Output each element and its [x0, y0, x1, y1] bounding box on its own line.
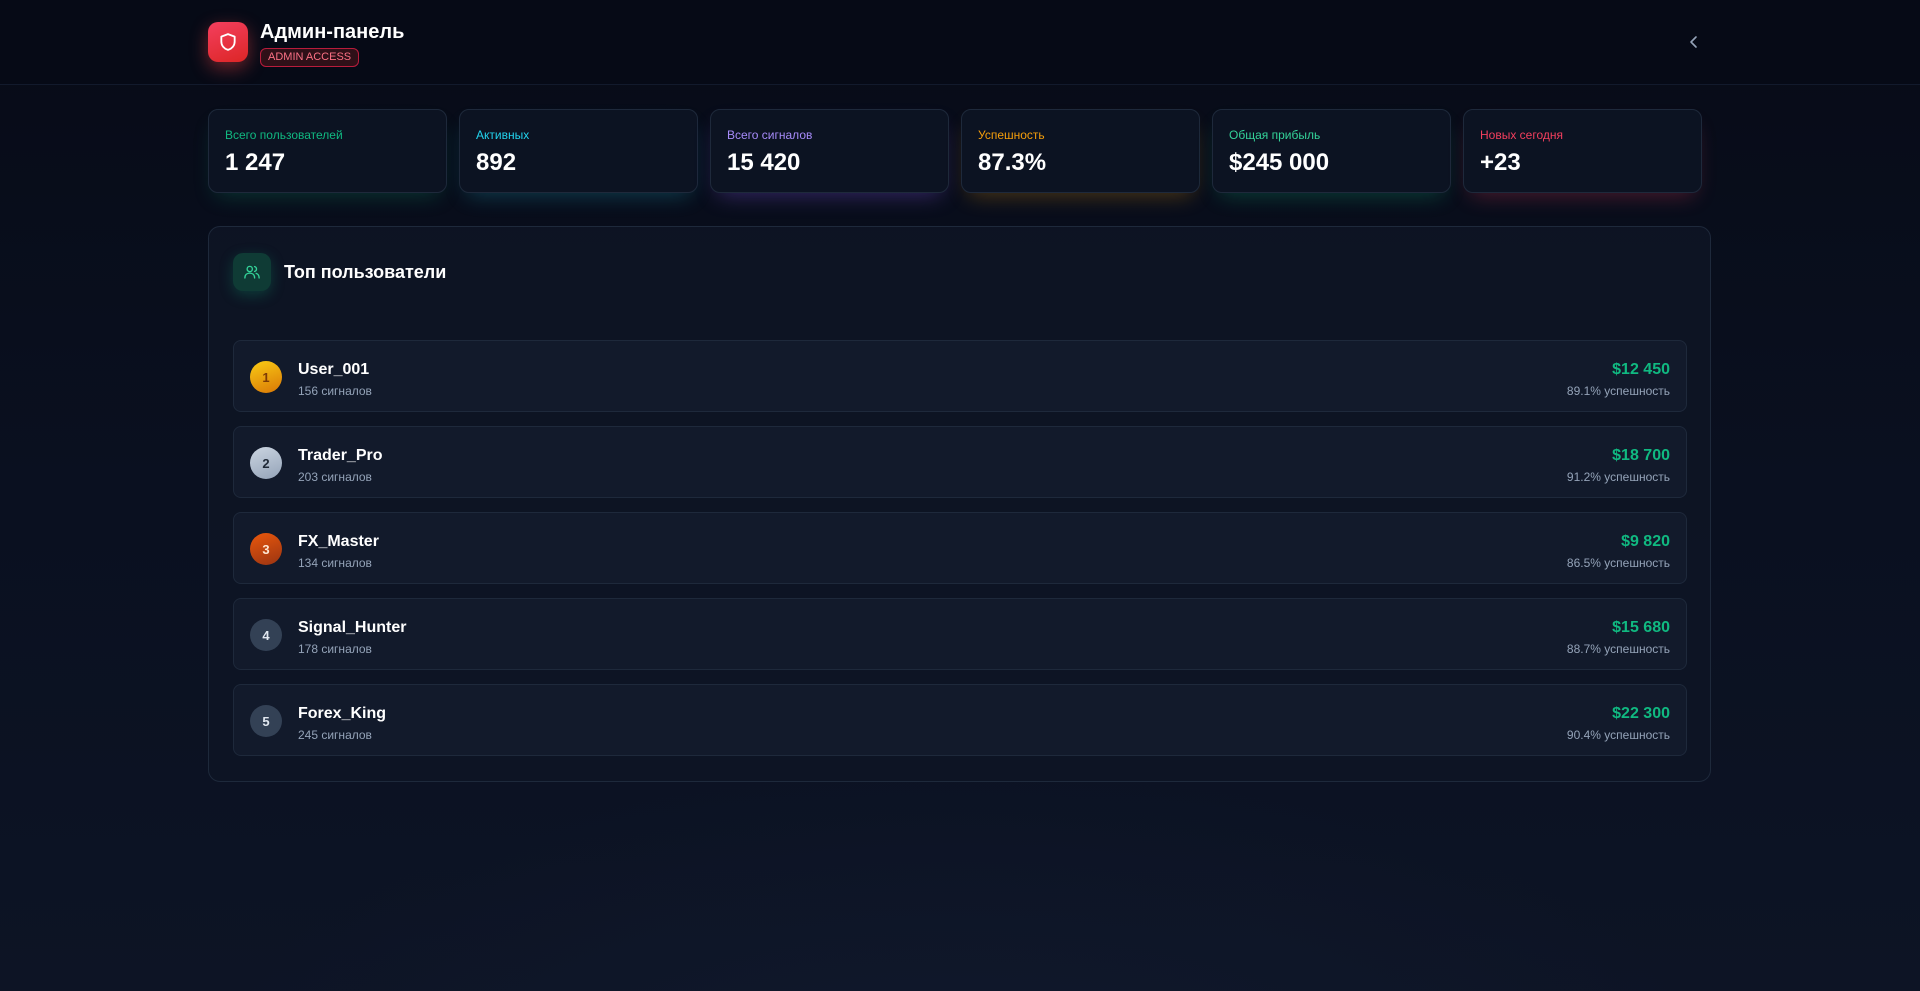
- stat-value: 87.3%: [978, 149, 1047, 176]
- stat-card-total-profit: Общая прибыль $245 000: [1212, 109, 1451, 193]
- stats-row: Всего пользователей 1 247 Активных 892 В…: [208, 109, 1702, 193]
- top-users-list: 1 User_001 156 сигналов $12 450 89.1% ус…: [233, 340, 1687, 770]
- user-signals: 203 сигналов: [298, 470, 372, 484]
- stat-label: Активных: [476, 128, 530, 142]
- user-success-rate: 90.4% успешность: [1566, 728, 1670, 742]
- user-signals: 134 сигналов: [298, 556, 372, 570]
- user-signals: 178 сигналов: [298, 642, 372, 656]
- list-item[interactable]: 1 User_001 156 сигналов $12 450 89.1% ус…: [233, 340, 1687, 412]
- users-icon: [233, 253, 271, 291]
- list-item[interactable]: 5 Forex_King 245 сигналов $22 300 90.4% …: [233, 684, 1687, 756]
- stat-label: Новых сегодня: [1480, 128, 1563, 142]
- back-button[interactable]: [1684, 30, 1704, 54]
- user-success-rate: 89.1% успешность: [1566, 384, 1670, 398]
- stat-value: $245 000: [1229, 149, 1330, 176]
- top-bar: Админ-панель ADMIN ACCESS: [0, 0, 1920, 85]
- user-profit: $18 700: [1612, 447, 1670, 464]
- stat-card-new-today: Новых сегодня +23: [1463, 109, 1702, 193]
- rank-badge: 4: [250, 619, 282, 651]
- stat-value: +23: [1480, 149, 1521, 176]
- stat-card-success-rate: Успешность 87.3%: [961, 109, 1200, 193]
- list-item[interactable]: 4 Signal_Hunter 178 сигналов $15 680 88.…: [233, 598, 1687, 670]
- shield-icon: [208, 22, 248, 62]
- stat-card-active: Активных 892: [459, 109, 698, 193]
- admin-access-badge: ADMIN ACCESS: [260, 48, 360, 67]
- user-signals: 156 сигналов: [298, 384, 372, 398]
- rank-badge: 3: [250, 533, 282, 565]
- chevron-left-icon: [1690, 36, 1697, 48]
- rank-badge: 2: [250, 447, 282, 479]
- rank-badge: 1: [250, 361, 282, 393]
- user-success-rate: 91.2% успешность: [1566, 470, 1670, 484]
- user-profit: $15 680: [1612, 619, 1670, 636]
- user-success-rate: 88.7% успешность: [1566, 642, 1670, 656]
- stat-label: Всего пользователей: [225, 128, 343, 142]
- user-signals: 245 сигналов: [298, 728, 372, 742]
- list-item[interactable]: 3 FX_Master 134 сигналов $9 820 86.5% ус…: [233, 512, 1687, 584]
- stat-label: Общая прибыль: [1229, 128, 1321, 142]
- list-item[interactable]: 2 Trader_Pro 203 сигналов $18 700 91.2% …: [233, 426, 1687, 498]
- stat-card-total-signals: Всего сигналов 15 420: [710, 109, 949, 193]
- user-name: Forex_King: [298, 705, 387, 722]
- stat-value: 1 247: [225, 149, 286, 176]
- user-name: User_001: [298, 361, 370, 378]
- user-name: FX_Master: [298, 533, 379, 550]
- page-title: Админ-панель: [260, 21, 405, 43]
- stat-label: Успешность: [978, 128, 1045, 142]
- user-profit: $22 300: [1612, 705, 1670, 722]
- stat-value: 892: [476, 149, 517, 176]
- brand: Админ-панель ADMIN ACCESS: [208, 21, 405, 67]
- stat-label: Всего сигналов: [727, 128, 813, 142]
- stat-value: 15 420: [727, 149, 801, 176]
- user-profit: $12 450: [1612, 361, 1670, 378]
- user-success-rate: 86.5% успешность: [1566, 556, 1670, 570]
- user-name: Trader_Pro: [298, 447, 383, 464]
- user-profit: $9 820: [1621, 533, 1670, 550]
- top-users-panel: Топ пользователи 1 User_001 156 сигналов…: [208, 226, 1711, 782]
- user-name: Signal_Hunter: [298, 619, 407, 636]
- panel-title: Топ пользователи: [284, 261, 447, 282]
- stat-card-total-users: Всего пользователей 1 247: [208, 109, 447, 193]
- rank-badge: 5: [250, 705, 282, 737]
